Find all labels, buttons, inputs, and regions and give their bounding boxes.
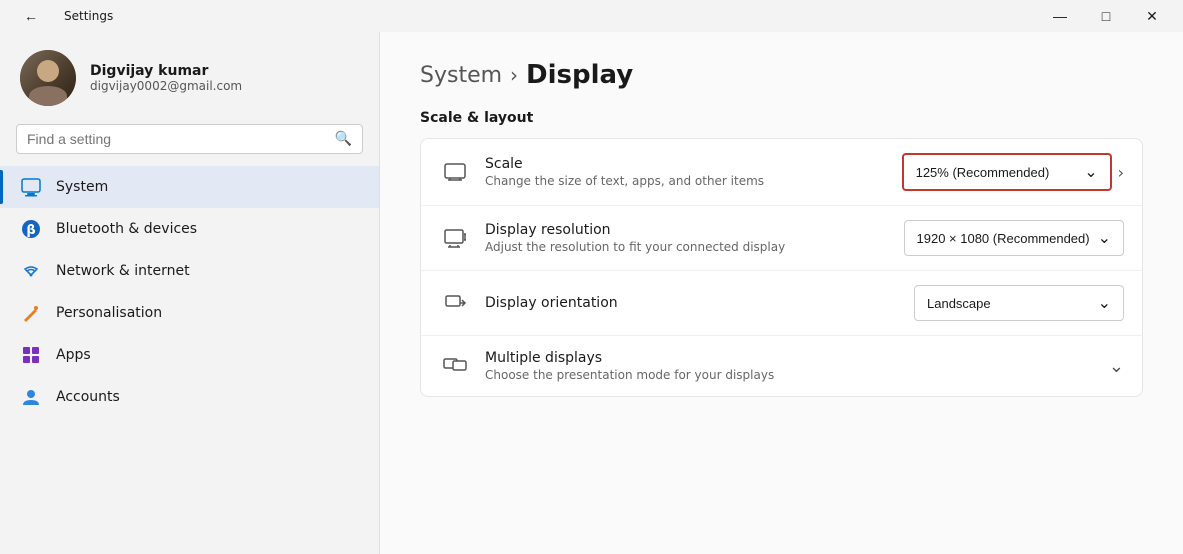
breadcrumb-parent: System <box>420 63 502 88</box>
chevron-down-icon: ⌄ <box>1084 162 1097 182</box>
orientation-icon <box>439 287 471 319</box>
breadcrumb-separator: › <box>510 63 518 87</box>
dropdown-orientation[interactable]: Landscape ⌄ <box>914 285 1124 321</box>
system-icon <box>20 176 42 198</box>
sidebar-item-bluetooth[interactable]: β Bluetooth & devices <box>0 208 379 250</box>
setting-row-scale[interactable]: Scale Change the size of text, apps, and … <box>421 139 1142 206</box>
app-title: Settings <box>64 9 113 23</box>
sidebar-item-label-accounts: Accounts <box>56 389 120 405</box>
svg-text:β: β <box>26 223 35 238</box>
bluetooth-icon: β <box>20 218 42 240</box>
titlebar: ← Settings — □ ✕ <box>0 0 1183 32</box>
avatar-image <box>20 50 76 106</box>
user-profile[interactable]: Digvijay kumar digvijay0002@gmail.com <box>0 32 379 120</box>
avatar <box>20 50 76 106</box>
minimize-button[interactable]: — <box>1037 0 1083 32</box>
resolution-icon <box>439 222 471 254</box>
setting-row-resolution[interactable]: Display resolution Adjust the resolution … <box>421 206 1142 271</box>
section-title: Scale & layout <box>420 110 1143 126</box>
settings-card: Scale Change the size of text, apps, and … <box>420 138 1143 397</box>
user-name: Digvijay kumar <box>90 63 242 79</box>
setting-control-orientation: Landscape ⌄ <box>914 285 1124 321</box>
dropdown-value-orientation: Landscape <box>927 296 991 311</box>
breadcrumb: System › Display <box>420 60 1143 90</box>
sidebar-item-label-network: Network & internet <box>56 263 190 279</box>
dropdown-resolution[interactable]: 1920 × 1080 (Recommended) ⌄ <box>904 220 1125 256</box>
maximize-button[interactable]: □ <box>1083 0 1129 32</box>
back-button[interactable]: ← <box>8 0 54 32</box>
user-info: Digvijay kumar digvijay0002@gmail.com <box>90 63 242 93</box>
sidebar-item-apps[interactable]: Apps <box>0 334 379 376</box>
setting-control-scale: 125% (Recommended) ⌄ › <box>902 153 1124 191</box>
setting-info-scale: Scale Change the size of text, apps, and … <box>485 156 888 188</box>
sidebar-item-network[interactable]: Network & internet <box>0 250 379 292</box>
setting-desc-resolution: Adjust the resolution to fit your connec… <box>485 240 890 254</box>
close-button[interactable]: ✕ <box>1129 0 1175 32</box>
dropdown-value-scale: 125% (Recommended) <box>916 165 1050 180</box>
setting-info-orientation: Display orientation <box>485 295 900 311</box>
sidebar-item-label-personalisation: Personalisation <box>56 305 162 321</box>
nav-items: System β Bluetooth & devices Network & inte… <box>0 166 379 418</box>
sidebar-item-personalisation[interactable]: Personalisation <box>0 292 379 334</box>
breadcrumb-current: Display <box>526 60 633 90</box>
setting-control-resolution: 1920 × 1080 (Recommended) ⌄ <box>904 220 1125 256</box>
expand-chevron-icon: ⌄ <box>1109 356 1124 377</box>
setting-control-multiple: ⌄ <box>1109 356 1124 377</box>
setting-name-scale: Scale <box>485 156 888 172</box>
accounts-icon <box>20 386 42 408</box>
setting-row-orientation[interactable]: Display orientation Landscape ⌄ <box>421 271 1142 336</box>
sidebar-item-label-apps: Apps <box>56 347 91 363</box>
setting-name-orientation: Display orientation <box>485 295 900 311</box>
setting-info-resolution: Display resolution Adjust the resolution … <box>485 222 890 254</box>
setting-name-resolution: Display resolution <box>485 222 890 238</box>
sidebar-item-system[interactable]: System <box>0 166 379 208</box>
chevron-down-icon: ⌄ <box>1098 228 1111 248</box>
setting-row-multiple[interactable]: Multiple displays Choose the presentation… <box>421 336 1142 396</box>
search-input[interactable] <box>27 131 327 147</box>
setting-name-multiple: Multiple displays <box>485 350 1095 366</box>
setting-desc-multiple: Choose the presentation mode for your di… <box>485 368 1095 382</box>
user-email: digvijay0002@gmail.com <box>90 79 242 93</box>
sidebar-item-label-system: System <box>56 179 108 195</box>
scale-icon <box>439 156 471 188</box>
personalise-icon <box>20 302 42 324</box>
titlebar-left: ← Settings <box>8 0 113 32</box>
chevron-down-icon: ⌄ <box>1098 293 1111 313</box>
apps-icon <box>20 344 42 366</box>
network-icon <box>20 260 42 282</box>
chevron-right-icon: › <box>1118 163 1124 182</box>
setting-info-multiple: Multiple displays Choose the presentation… <box>485 350 1095 382</box>
sidebar: Digvijay kumar digvijay0002@gmail.com 🔍 … <box>0 32 380 554</box>
window-controls: — □ ✕ <box>1037 0 1175 32</box>
setting-desc-scale: Change the size of text, apps, and other… <box>485 174 888 188</box>
sidebar-item-label-bluetooth: Bluetooth & devices <box>56 221 197 237</box>
main-layout: Digvijay kumar digvijay0002@gmail.com 🔍 … <box>0 32 1183 554</box>
dropdown-scale[interactable]: 125% (Recommended) ⌄ <box>902 153 1112 191</box>
search-icon: 🔍 <box>335 131 352 147</box>
content-area: System › Display Scale & layout Scale Cha… <box>380 32 1183 554</box>
multiple-icon <box>439 350 471 382</box>
sidebar-item-accounts[interactable]: Accounts <box>0 376 379 418</box>
search-box[interactable]: 🔍 <box>16 124 363 154</box>
dropdown-value-resolution: 1920 × 1080 (Recommended) <box>917 231 1090 246</box>
